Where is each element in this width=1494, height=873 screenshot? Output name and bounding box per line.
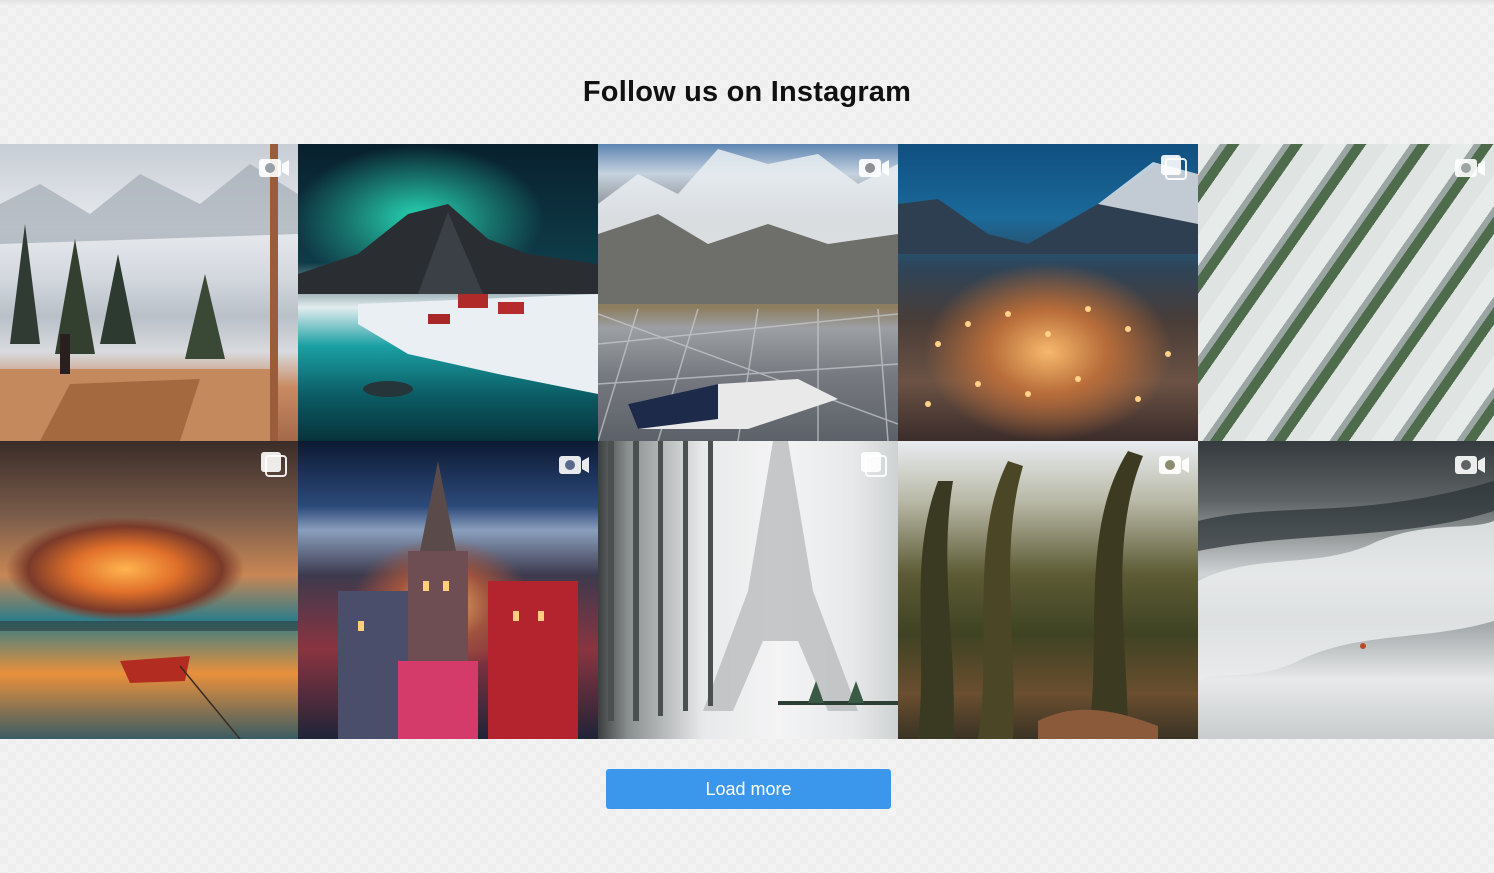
post-image xyxy=(598,144,898,441)
video-camera-icon xyxy=(1454,155,1486,181)
feed-post-3[interactable] xyxy=(598,144,898,441)
feed-post-7[interactable] xyxy=(298,441,598,739)
video-camera-icon xyxy=(1454,452,1486,478)
video-camera-icon xyxy=(558,452,590,478)
feed-post-4[interactable] xyxy=(898,144,1198,441)
post-image xyxy=(0,441,298,739)
post-image xyxy=(898,441,1198,739)
post-image xyxy=(598,441,898,739)
section-title: Follow us on Instagram xyxy=(582,76,912,108)
post-image xyxy=(898,144,1198,441)
post-image xyxy=(1198,441,1494,739)
load-more-button[interactable]: Load more xyxy=(606,769,891,809)
feed-post-1[interactable] xyxy=(0,144,298,441)
carousel-icon xyxy=(858,452,890,478)
feed-post-9[interactable] xyxy=(898,441,1198,739)
feed-post-10[interactable] xyxy=(1198,441,1494,739)
post-image xyxy=(298,144,598,441)
carousel-icon xyxy=(258,452,290,478)
feed-post-5[interactable] xyxy=(1198,144,1494,441)
video-camera-icon xyxy=(1158,452,1190,478)
post-image xyxy=(1198,144,1494,441)
instagram-feed-grid xyxy=(0,144,1494,739)
post-image xyxy=(298,441,598,739)
header-shadow xyxy=(0,0,1494,6)
carousel-icon xyxy=(1158,155,1190,181)
post-image xyxy=(0,144,298,441)
video-camera-icon xyxy=(858,155,890,181)
video-camera-icon xyxy=(258,155,290,181)
feed-post-2[interactable] xyxy=(298,144,598,441)
feed-post-8[interactable] xyxy=(598,441,898,739)
feed-post-6[interactable] xyxy=(0,441,298,739)
